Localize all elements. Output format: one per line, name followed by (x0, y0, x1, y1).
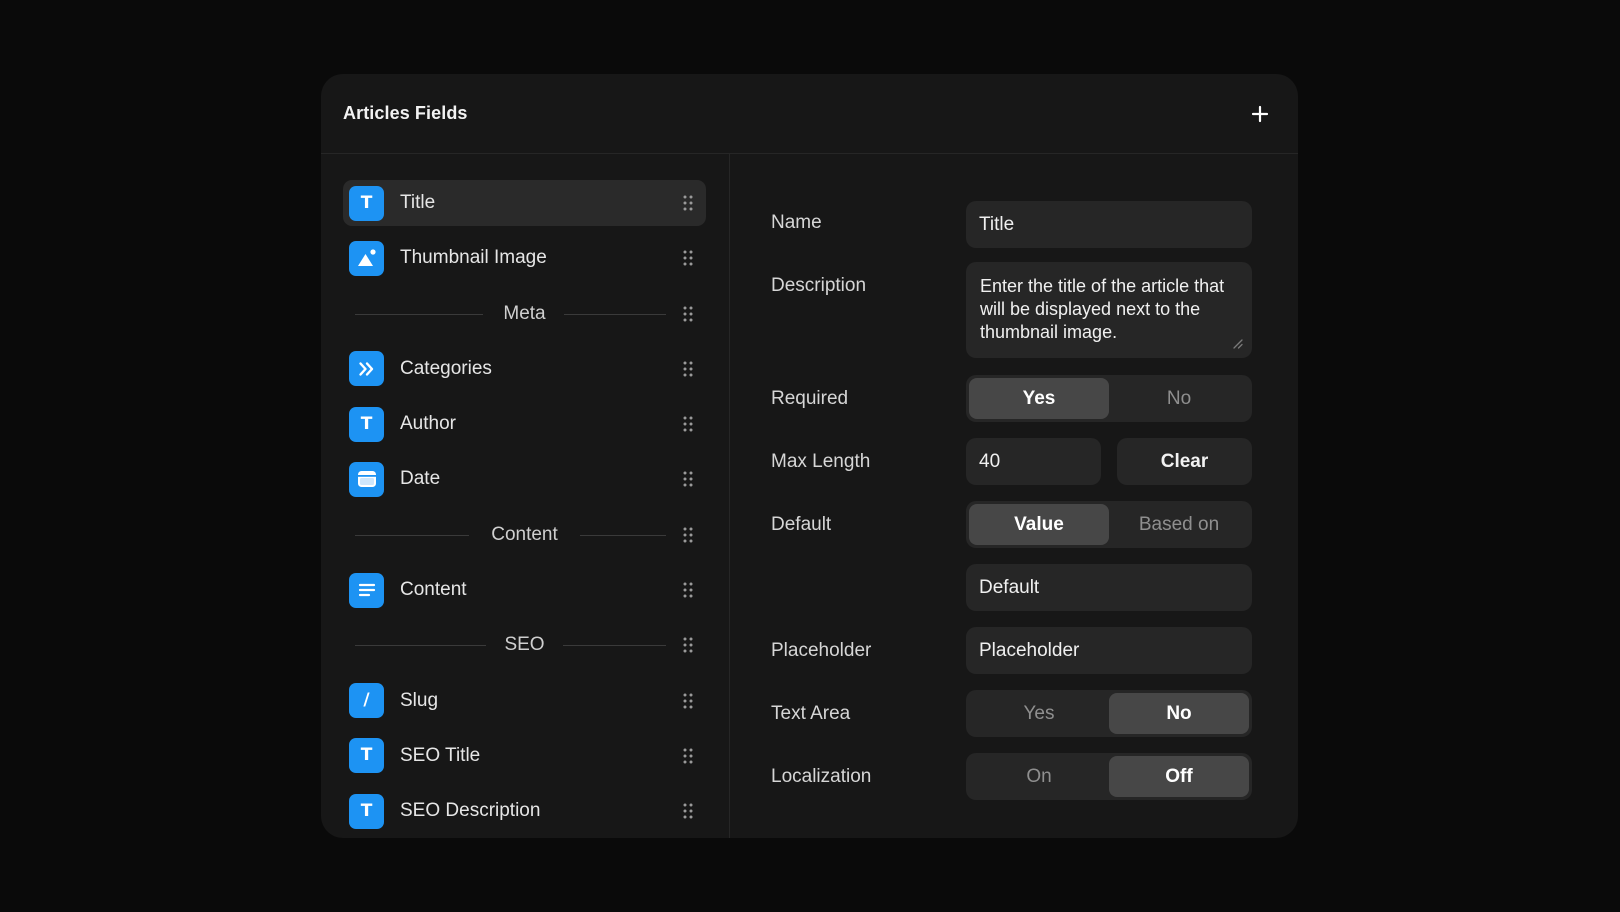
drag-handle-icon[interactable] (682, 360, 694, 378)
field-properties: Name Title Description Enter the title o… (730, 154, 1298, 838)
localization-label: Localization (771, 766, 872, 787)
field-label: SEO Title (400, 744, 481, 766)
field-list: T Title Thumbnail Image Meta Categories … (343, 180, 706, 838)
field-item-thumbnail-image[interactable]: Thumbnail Image (343, 235, 706, 281)
field-list-column: T Title Thumbnail Image Meta Categories … (321, 154, 730, 838)
drag-handle-icon[interactable] (682, 747, 694, 765)
divider-line (563, 645, 666, 647)
description-label: Description (771, 275, 867, 296)
group-divider-content: Content (343, 512, 706, 558)
panel-title: Articles Fields (343, 103, 468, 123)
clear-button[interactable]: Clear (1117, 438, 1252, 485)
field-item-seo-title[interactable]: T SEO Title (343, 733, 706, 779)
field-item-content[interactable]: Content (343, 567, 706, 613)
localization-toggle: On Off (966, 753, 1252, 800)
field-label: Content (400, 579, 467, 601)
add-field-button[interactable] (1246, 100, 1274, 128)
drag-handle-icon[interactable] (682, 415, 694, 433)
default-label: Default (771, 514, 832, 535)
panel-header: Articles Fields (321, 74, 1298, 154)
field-item-seo-description[interactable]: T SEO Description (343, 788, 706, 834)
default-input[interactable]: Default (966, 564, 1252, 611)
reference-icon (349, 351, 384, 387)
rich-text-icon (349, 572, 384, 608)
drag-handle-icon[interactable] (682, 802, 694, 820)
text-icon: T (349, 406, 384, 442)
text-area-no-option[interactable]: No (1109, 693, 1249, 734)
resize-handle-icon[interactable] (1231, 337, 1243, 349)
required-yes-option[interactable]: Yes (969, 378, 1109, 419)
calendar-icon (349, 461, 384, 497)
text-area-yes-option[interactable]: Yes (969, 693, 1109, 734)
field-label: Thumbnail Image (400, 247, 547, 269)
text-area-toggle: Yes No (966, 690, 1252, 737)
name-label: Name (771, 212, 822, 233)
drag-handle-icon[interactable] (682, 249, 694, 267)
field-item-date[interactable]: Date (343, 456, 706, 502)
slug-icon: / (349, 683, 384, 719)
image-icon (349, 240, 384, 276)
required-toggle: Yes No (966, 375, 1252, 422)
field-item-slug[interactable]: / Slug (343, 678, 706, 724)
drag-handle-icon[interactable] (682, 636, 694, 654)
default-value-option[interactable]: Value (969, 504, 1109, 545)
divider-line (564, 313, 666, 315)
description-text: Enter the title of the article that will… (980, 276, 1225, 342)
placeholder-input[interactable]: Placeholder (966, 627, 1252, 674)
max-length-label: Max Length (771, 451, 871, 472)
text-icon: T (349, 793, 384, 829)
localization-on-option[interactable]: On (969, 756, 1109, 797)
drag-handle-icon[interactable] (682, 692, 694, 710)
text-area-label: Text Area (771, 703, 851, 724)
drag-handle-icon[interactable] (682, 526, 694, 544)
plus-icon (1251, 105, 1269, 122)
articles-fields-panel: Articles Fields T Title Thumbnail Image … (321, 74, 1298, 838)
drag-handle-icon[interactable] (682, 194, 694, 212)
field-label: Categories (400, 357, 492, 379)
field-label: Author (400, 413, 456, 435)
name-input[interactable]: Title (966, 201, 1252, 248)
group-divider-seo: SEO (343, 622, 706, 668)
divider-line (580, 534, 666, 536)
field-label: Date (400, 468, 441, 490)
default-based-on-option[interactable]: Based on (1109, 504, 1249, 545)
field-item-categories[interactable]: Categories (343, 346, 706, 392)
description-textarea[interactable]: Enter the title of the article that will… (966, 262, 1252, 358)
text-icon: T (349, 185, 384, 221)
field-label: Title (400, 192, 436, 213)
field-item-author[interactable]: T Author (343, 401, 706, 447)
text-icon: T (349, 738, 384, 774)
drag-handle-icon[interactable] (682, 581, 694, 599)
field-item-title[interactable]: T Title (343, 180, 706, 226)
max-length-input[interactable]: 40 (966, 438, 1101, 485)
default-mode-toggle: Value Based on (966, 501, 1252, 548)
drag-handle-icon[interactable] (682, 305, 694, 323)
required-label: Required (771, 388, 849, 409)
field-label: Slug (400, 689, 439, 711)
drag-handle-icon[interactable] (682, 470, 694, 488)
field-label: SEO Description (400, 800, 541, 822)
group-divider-meta: Meta (343, 291, 706, 337)
required-no-option[interactable]: No (1109, 378, 1249, 419)
localization-off-option[interactable]: Off (1109, 756, 1249, 797)
placeholder-label: Placeholder (771, 640, 872, 661)
